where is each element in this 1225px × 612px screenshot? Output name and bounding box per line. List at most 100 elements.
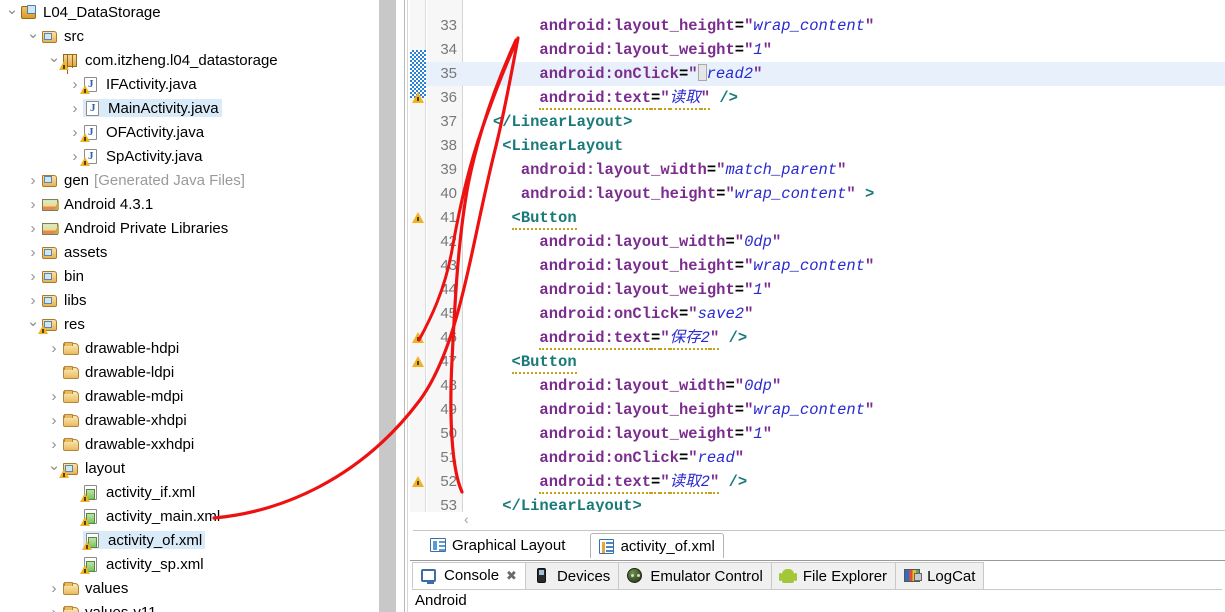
tree-item-drawable-hdpi[interactable]: drawable-hdpi [0, 336, 378, 360]
warning-marker-icon[interactable] [412, 332, 424, 343]
tree-item-content[interactable]: activity_sp.xml [80, 556, 204, 574]
code-line[interactable]: 52 android:text="读取2" /> [410, 470, 1225, 494]
tree-item-activity-if-xml[interactable]: activity_if.xml [0, 480, 378, 504]
code-line[interactable]: 48 android:layout_width="0dp" [410, 374, 1225, 398]
code-text[interactable]: android:layout_weight="1" [465, 278, 772, 302]
tree-item-src[interactable]: src [0, 24, 378, 48]
tree-item-com-itzheng-l04-datastorage[interactable]: com.itzheng.l04_datastorage [0, 48, 378, 72]
editor-code-lines[interactable]: 32 android:layout_width="wrap"33 android… [410, 0, 1225, 512]
tree-item-libs[interactable]: libs [0, 288, 378, 312]
code-text[interactable]: android:layout_height="wrap_content" [465, 398, 874, 422]
tree-item-content[interactable]: activity_of.xml [82, 531, 206, 550]
tree-item-activity-of-xml[interactable]: activity_of.xml [0, 528, 378, 552]
chevron-right-icon[interactable] [46, 437, 62, 452]
code-line[interactable]: 36 android:text="读取" /> [410, 86, 1225, 110]
view-tab-file-explorer[interactable]: File Explorer [770, 562, 897, 589]
chevron-right-icon[interactable] [25, 173, 41, 188]
view-tab-logcat[interactable]: LogCat [895, 562, 985, 589]
chevron-right-icon[interactable] [25, 269, 41, 284]
code-line[interactable]: 47 <Button [410, 350, 1225, 374]
tree-item-content[interactable]: assets [41, 244, 107, 260]
tree-item-spactivity-java[interactable]: SpActivity.java [0, 144, 378, 168]
code-line[interactable]: 46 android:text="保存2" /> [410, 326, 1225, 350]
tree-item-values[interactable]: values [0, 576, 378, 600]
warning-marker-icon[interactable] [412, 356, 424, 367]
code-text[interactable]: android:text="读取2" /> [465, 470, 747, 494]
warning-marker-icon[interactable] [412, 92, 424, 103]
tree-item-l04-datastorage[interactable]: L04_DataStorage [0, 0, 378, 24]
explorer-editor-sash[interactable] [401, 0, 410, 612]
code-line[interactable]: 44 android:layout_weight="1" [410, 278, 1225, 302]
warning-marker-icon[interactable] [412, 476, 424, 487]
tree-item-content[interactable]: Android Private Libraries [41, 220, 228, 236]
tree-item-ofactivity-java[interactable]: OFActivity.java [0, 120, 378, 144]
editor-tab-graphical-layout[interactable]: Graphical Layout [422, 533, 573, 558]
chevron-right-icon[interactable] [46, 389, 62, 404]
view-tab-emulator-control[interactable]: Emulator Control [618, 562, 772, 589]
tree-item-content[interactable]: src [41, 28, 84, 44]
code-text[interactable]: android:onClick=" read2" [465, 62, 762, 86]
package-explorer-scrollbar[interactable] [378, 0, 400, 612]
view-tab-console[interactable]: Console ✖ [412, 562, 526, 589]
editor-horizontal-scrollbar[interactable]: ‹ [410, 512, 1225, 526]
tree-item-drawable-xxhdpi[interactable]: drawable-xxhdpi [0, 432, 378, 456]
tree-item-content[interactable]: drawable-xhdpi [62, 412, 187, 428]
tree-item-mainactivity-java[interactable]: MainActivity.java [0, 96, 378, 120]
code-text[interactable]: <Button [465, 206, 577, 230]
tree-item-content[interactable]: com.itzheng.l04_datastorage [59, 52, 278, 70]
code-text[interactable]: android:text="读取" /> [465, 86, 738, 110]
chevron-right-icon[interactable] [46, 341, 62, 356]
chevron-right-icon[interactable] [25, 293, 41, 308]
scroll-left-icon[interactable]: ‹ [464, 512, 469, 526]
code-line[interactable]: 51 android:onClick="read" [410, 446, 1225, 470]
tree-item-drawable-xhdpi[interactable]: drawable-xhdpi [0, 408, 378, 432]
code-text[interactable]: android:layout_weight="1" [465, 422, 772, 446]
tree-item-drawable-mdpi[interactable]: drawable-mdpi [0, 384, 378, 408]
chevron-right-icon[interactable] [46, 581, 62, 596]
editor-tab-bar[interactable]: Graphical Layout activity_of.xml [413, 530, 1225, 558]
code-text[interactable]: android:layout_height="wrap_content" [465, 14, 874, 38]
tree-item-android-4-3-1[interactable]: Android 4.3.1 [0, 192, 378, 216]
tree-item-layout[interactable]: layout [0, 456, 378, 480]
tree-item-activity-main-xml[interactable]: activity_main.xml [0, 504, 378, 528]
tree-item-ifactivity-java[interactable]: IFActivity.java [0, 72, 378, 96]
tree-item-content[interactable]: gen [41, 172, 89, 188]
tree-item-gen[interactable]: gen[Generated Java Files] [0, 168, 378, 192]
tree-item-activity-sp-xml[interactable]: activity_sp.xml [0, 552, 378, 576]
chevron-right-icon[interactable] [46, 605, 62, 612]
tree-item-drawable-ldpi[interactable]: drawable-ldpi [0, 360, 378, 384]
tree-item-content[interactable]: drawable-xxhdpi [62, 436, 194, 452]
code-line[interactable]: 45 android:onClick="save2" [410, 302, 1225, 326]
chevron-down-icon[interactable] [25, 29, 41, 44]
tree-item-bin[interactable]: bin [0, 264, 378, 288]
code-text[interactable]: <LinearLayout [465, 134, 623, 158]
tree-item-res[interactable]: res [0, 312, 378, 336]
xml-code-editor[interactable]: 32 android:layout_width="wrap"33 android… [410, 0, 1225, 512]
tree-item-content[interactable]: layout [59, 460, 125, 478]
tree-item-content[interactable]: values [62, 580, 128, 596]
tree-item-content[interactable]: IFActivity.java [80, 76, 197, 94]
code-text[interactable]: android:layout_weight="1" [465, 38, 772, 62]
tree-item-content[interactable]: OFActivity.java [80, 124, 204, 142]
code-text[interactable]: <Button [465, 350, 577, 374]
editor-tab-activity-of-xml[interactable]: activity_of.xml [589, 533, 724, 558]
tree-item-content[interactable]: drawable-mdpi [62, 388, 183, 404]
tree-item-assets[interactable]: assets [0, 240, 378, 264]
tree-item-android-private-libraries[interactable]: Android Private Libraries [0, 216, 378, 240]
view-tab-bar[interactable]: Console ✖ Devices Emulator Control File Expl… [412, 562, 985, 589]
code-line[interactable]: 53 </LinearLayout> [410, 494, 1225, 512]
tree-item-content[interactable]: bin [41, 268, 84, 284]
tree-item-content[interactable]: res [38, 316, 85, 334]
occurrence-marker-icon[interactable] [410, 62, 426, 86]
code-text[interactable]: android:layout_height="wrap_content" > [465, 182, 875, 206]
package-explorer-scrollbar-thumb[interactable] [379, 0, 396, 612]
warning-marker-icon[interactable] [412, 212, 424, 223]
chevron-right-icon[interactable] [46, 413, 62, 428]
close-icon[interactable]: ✖ [506, 568, 517, 584]
chevron-right-icon[interactable] [25, 221, 41, 236]
tree-item-content[interactable]: drawable-ldpi [62, 364, 174, 380]
tree-item-content[interactable]: libs [41, 292, 87, 308]
code-line[interactable]: 40 android:layout_height="wrap_content" … [410, 182, 1225, 206]
tree-item-content[interactable]: drawable-hdpi [62, 340, 179, 356]
tree-item-content[interactable]: Android 4.3.1 [41, 196, 153, 212]
